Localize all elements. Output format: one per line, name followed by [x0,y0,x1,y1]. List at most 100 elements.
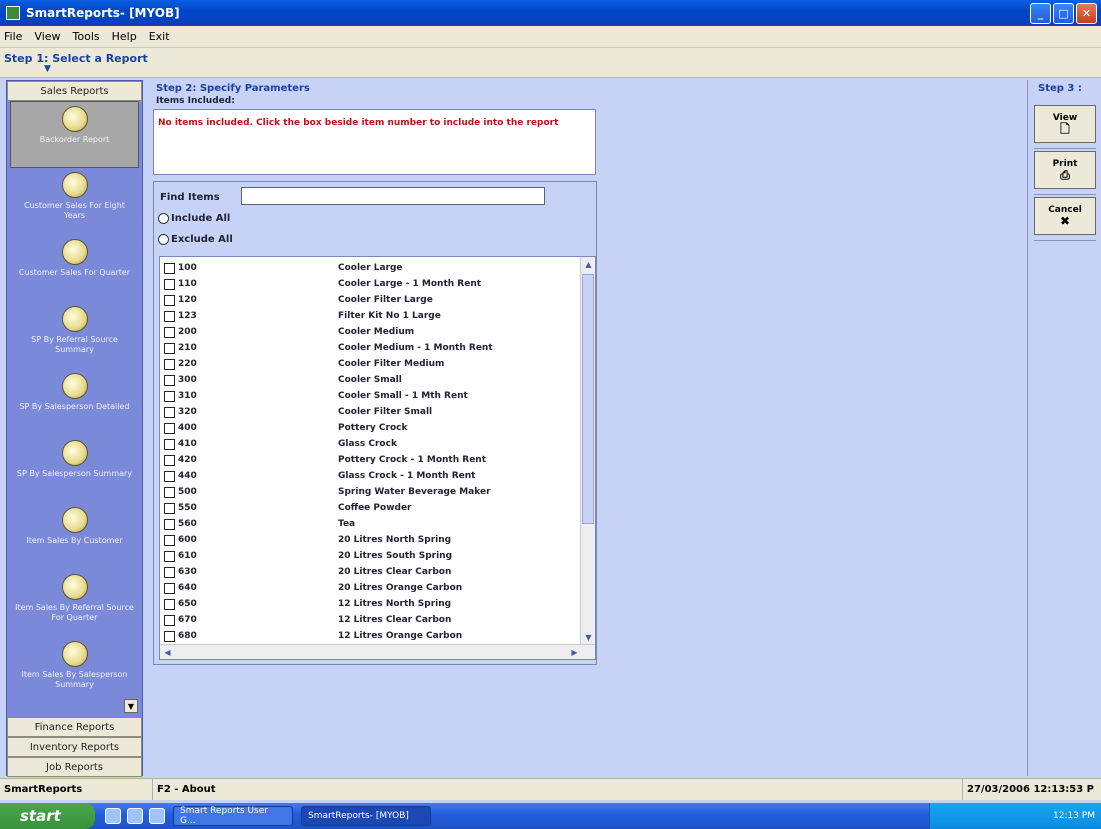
report-item[interactable]: SP By Referral Source Summary [7,302,142,369]
menu-view[interactable]: View [34,30,60,43]
group-inventory-reports[interactable]: Inventory Reports [7,737,142,757]
item-row[interactable]: 210 Cooler Medium - 1 Month Rent [160,340,580,356]
item-row[interactable]: 123 Filter Kit No 1 Large [160,308,580,324]
include-checkbox[interactable] [164,518,175,530]
include-checkbox[interactable] [164,438,175,450]
item-row[interactable]: 110 Cooler Large - 1 Month Rent [160,276,580,292]
item-row[interactable]: 670 12 Litres Clear Carbon [160,612,580,628]
include-checkbox[interactable] [164,630,175,642]
start-button[interactable]: start [0,803,95,829]
find-items-label: Find Items [160,192,220,203]
report-item[interactable]: Item Sales By Referral Source For Quarte… [7,570,142,637]
item-row[interactable]: 630 20 Litres Clear Carbon [160,564,580,580]
print-button[interactable]: Print ⎙ [1034,151,1096,189]
include-checkbox[interactable] [164,598,175,610]
include-checkbox[interactable] [164,422,175,434]
report-item[interactable]: Item Sales By Customer [7,503,142,570]
item-row[interactable]: 410 Glass Crock [160,436,580,452]
menu-exit[interactable]: Exit [149,30,170,43]
include-checkbox[interactable] [164,566,175,578]
include-checkbox[interactable] [164,502,175,514]
exclude-all-radio[interactable]: Exclude All [158,234,233,245]
taskbar-item[interactable]: SmartReports- [MYOB] [301,806,431,826]
item-row[interactable]: 400 Pottery Crock [160,420,580,436]
include-checkbox[interactable] [164,550,175,562]
include-checkbox[interactable] [164,310,175,322]
taskbar-item[interactable]: Smart Reports User G... [173,806,293,826]
include-checkbox[interactable] [164,470,175,482]
group-job-reports[interactable]: Job Reports [7,757,142,777]
sidebar-scroll-down-button[interactable]: ▼ [124,699,138,713]
item-row[interactable]: 650 12 Litres North Spring [160,596,580,612]
item-row[interactable]: 200 Cooler Medium [160,324,580,340]
scroll-up-icon[interactable]: ▲ [581,257,595,272]
menu-tools[interactable]: Tools [73,30,100,43]
item-row[interactable]: 560 Tea [160,516,580,532]
include-checkbox[interactable] [164,406,175,418]
item-row[interactable]: 610 20 Litres South Spring [160,548,580,564]
item-name: 12 Litres Orange Carbon [338,631,463,641]
quick-launch-icon[interactable] [149,808,165,824]
quick-launch-icon[interactable] [127,808,143,824]
include-checkbox[interactable] [164,614,175,626]
include-checkbox[interactable] [164,390,175,402]
vertical-scrollbar[interactable]: ▲ ▼ [580,257,595,645]
report-item[interactable]: SP By Salesperson Detailed [7,369,142,436]
item-code: 640 [178,583,197,593]
radio-circle[interactable] [158,213,169,224]
report-item[interactable]: Item Sales By Salesperson Summary [7,637,142,704]
include-checkbox[interactable] [164,278,175,290]
include-all-radio[interactable]: Include All [158,213,230,224]
scroll-right-icon[interactable]: ▶ [567,645,582,659]
include-checkbox[interactable] [164,342,175,354]
report-item[interactable]: Customer Sales For Quarter [7,235,142,302]
scroll-thumb[interactable] [582,274,594,524]
group-sales-reports[interactable]: Sales Reports [7,81,142,101]
view-button[interactable]: View 🗋 [1034,105,1096,143]
include-checkbox[interactable] [164,374,175,386]
quick-launch-icon[interactable] [105,808,121,824]
item-row[interactable]: 550 Coffee Powder [160,500,580,516]
group-finance-reports[interactable]: Finance Reports [7,717,142,737]
item-row[interactable]: 680 12 Litres Orange Carbon [160,628,580,644]
horizontal-scrollbar[interactable]: ◀ ▶ [160,644,595,659]
item-row[interactable]: 220 Cooler Filter Medium [160,356,580,372]
include-checkbox[interactable] [164,262,175,274]
include-checkbox[interactable] [164,486,175,498]
radio-circle[interactable] [158,234,169,245]
maximize-button[interactable]: □ [1053,3,1074,24]
cancel-button[interactable]: Cancel ✖ [1034,197,1096,235]
item-row[interactable]: 600 20 Litres North Spring [160,532,580,548]
include-checkbox[interactable] [164,534,175,546]
scroll-down-icon[interactable]: ▼ [581,630,595,645]
item-row[interactable]: 300 Cooler Small [160,372,580,388]
include-checkbox[interactable] [164,358,175,370]
item-name: Cooler Filter Large [338,295,433,305]
item-row[interactable]: 100 Cooler Large [160,260,580,276]
item-row[interactable]: 120 Cooler Filter Large [160,292,580,308]
item-filter-panel: Find Items Include All Exclude All ▲ ▼ ◀… [153,181,597,665]
menu-help[interactable]: Help [112,30,137,43]
step2-label: Step 2: Specify Parameters [156,83,310,94]
minimize-button[interactable]: _ [1030,3,1051,24]
find-items-input[interactable] [241,187,545,205]
item-name: Tea [338,519,356,529]
include-checkbox[interactable] [164,582,175,594]
report-label: Item Sales By Salesperson Summary [21,670,128,689]
include-checkbox[interactable] [164,294,175,306]
include-checkbox[interactable] [164,454,175,466]
report-item[interactable]: Backorder Report [10,101,139,168]
item-code: 300 [178,375,197,385]
item-row[interactable]: 500 Spring Water Beverage Maker [160,484,580,500]
item-row[interactable]: 420 Pottery Crock - 1 Month Rent [160,452,580,468]
item-row[interactable]: 310 Cooler Small - 1 Mth Rent [160,388,580,404]
menu-file[interactable]: File [4,30,22,43]
scroll-left-icon[interactable]: ◀ [160,645,175,659]
report-item[interactable]: Customer Sales For Eight Years [7,168,142,235]
item-row[interactable]: 440 Glass Crock - 1 Month Rent [160,468,580,484]
report-item[interactable]: SP By Salesperson Summary [7,436,142,503]
item-row[interactable]: 640 20 Litres Orange Carbon [160,580,580,596]
item-row[interactable]: 320 Cooler Filter Small [160,404,580,420]
close-button[interactable]: ✕ [1076,3,1097,24]
include-checkbox[interactable] [164,326,175,338]
